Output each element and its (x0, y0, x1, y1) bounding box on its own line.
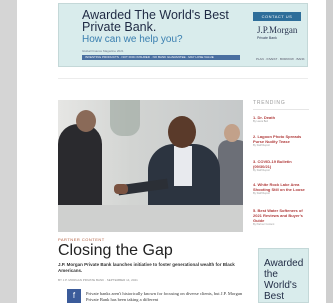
article-body: Private banks aren't historically known … (86, 291, 243, 302)
trending-item[interactable]: 1. Dr. Death By Laura Beil (253, 115, 309, 124)
brand-subtitle: Private Bank (257, 36, 277, 40)
trending-item-meta: By Partner Content (253, 223, 275, 226)
trending-item-title[interactable]: Best Water Softeners of 2021 Reviews and… (253, 208, 303, 223)
trending-item-meta: By Staff Report (253, 192, 270, 195)
ad-subhead: How can we help you? (82, 34, 183, 45)
hero-person-main-shirt (174, 146, 192, 186)
trending-item-title[interactable]: COVID-19 Bulletin (09/30/21) (253, 159, 292, 169)
trending-item[interactable]: 5. Best Water Softeners of 2021 Reviews … (253, 208, 309, 227)
ad-links[interactable]: PLAN · INVEST · BORROW · BANK (256, 57, 306, 61)
contact-us-button[interactable]: CONTACT US (253, 12, 301, 21)
hero-person-right-head (224, 124, 240, 142)
trending-item[interactable]: 2. Lagoon Photo Spreads Purse Nudity Tea… (253, 134, 309, 148)
hero-plant (110, 100, 140, 136)
page-gutter-left (0, 0, 17, 303)
article-dek: J.P. Morgan Private Bank launches initia… (58, 262, 235, 273)
trending-item-title[interactable]: Lagoon Photo Spreads Purse Nudity Tease (253, 134, 301, 144)
ad-fine-print: Global Finance Magazine 2021 (82, 49, 124, 53)
ad-disclaimer-text: INVESTING PRODUCTS · NOT FDIC INSURED · … (85, 55, 214, 59)
hero-table (58, 205, 243, 232)
trending-item[interactable]: 4. White Rock Lake Area Shooting Still o… (253, 182, 309, 196)
header-divider (58, 78, 308, 79)
hero-person-main-head (168, 116, 196, 148)
trending-item-meta: By Staff Report (253, 169, 270, 172)
hero-image[interactable] (58, 100, 243, 232)
ad-headline: Awarded The World's Best Private Bank. (82, 8, 229, 34)
trending-item[interactable]: 3. COVID-19 Bulletin (09/30/21) By Staff… (253, 159, 309, 173)
side-ad-headline: Awarded the World's Best Private (264, 258, 304, 302)
hero-person-left-head (76, 110, 96, 132)
trending-divider (253, 109, 309, 110)
brand-logo: J.P.Morgan (257, 25, 298, 35)
page-gutter-right (326, 0, 333, 303)
ad-disclaimer-bar: INVESTING PRODUCTS · NOT FDIC INSURED · … (82, 55, 240, 60)
article-byline: BY J.P. MORGAN PRIVATE BANK · SEPTEMBER … (58, 278, 138, 282)
trending-item-meta: By Staff Report (253, 144, 270, 147)
trending-item-meta: By Laura Beil (253, 120, 268, 123)
side-banner-ad[interactable]: Awarded the World's Best Private (258, 248, 309, 303)
top-banner-ad[interactable]: Awarded The World's Best Private Bank. H… (58, 3, 308, 67)
hero-person-left (58, 124, 102, 214)
trending-title: TRENDING (253, 100, 286, 106)
hero-handshake-hand (114, 184, 128, 194)
trending-item-title[interactable]: White Rock Lake Area Shooting Still on t… (253, 182, 305, 192)
facebook-share-icon[interactable]: f (67, 289, 81, 303)
article-headline: Closing the Gap (58, 242, 173, 259)
